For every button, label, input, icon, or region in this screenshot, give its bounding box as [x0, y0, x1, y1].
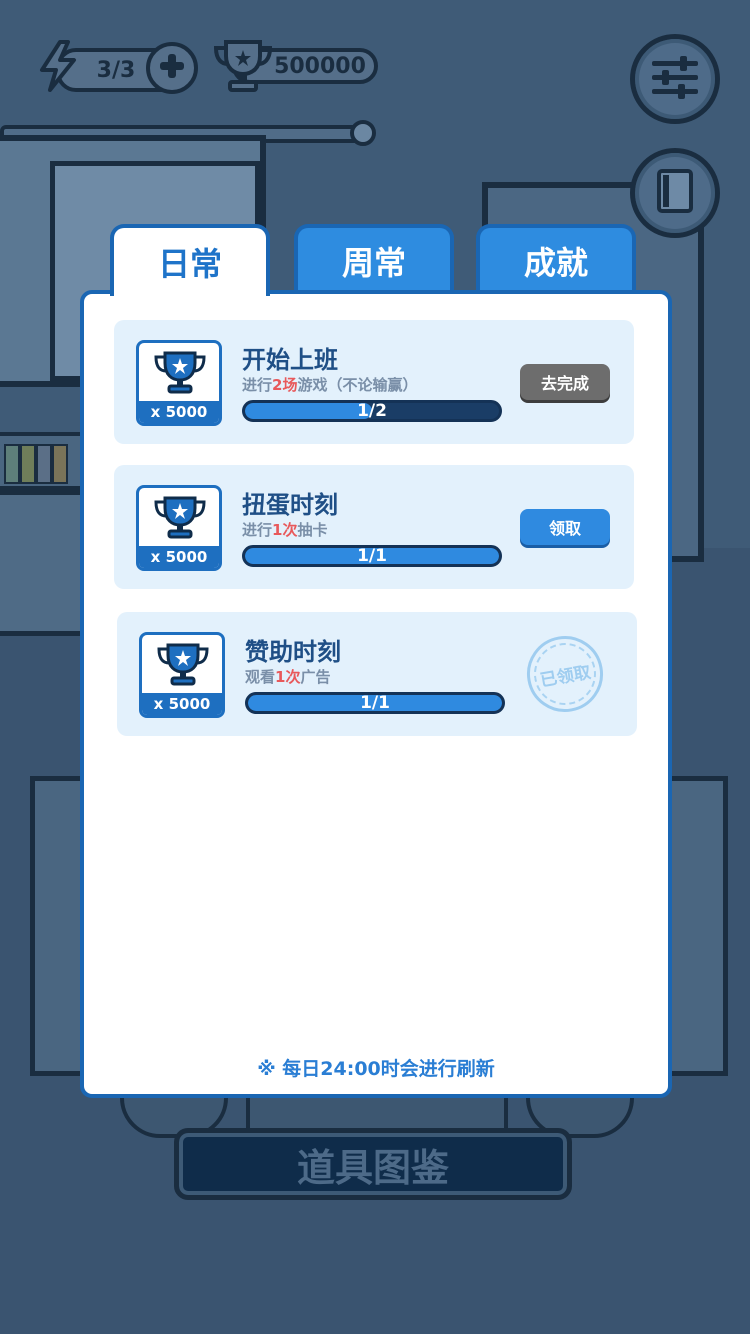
progress-text: 1/1 — [360, 693, 390, 713]
progress-bar: 1/1 — [245, 692, 505, 714]
task-card: x 5000 赞助时刻 观看1次广告 1/1 已领取 — [117, 612, 637, 736]
reward-amount: x 5000 — [142, 693, 222, 715]
claimed-stamp-label: 已领取 — [529, 638, 601, 710]
desc-suffix: 游戏（不论输赢） — [297, 376, 418, 394]
sliders-icon — [650, 55, 700, 103]
plus-icon — [157, 51, 187, 85]
add-energy-button[interactable] — [146, 42, 198, 94]
desc-prefix: 进行 — [242, 521, 273, 539]
collection-book-button[interactable] — [630, 148, 720, 238]
desc-suffix: 抽卡 — [297, 521, 328, 539]
task-description: 观看1次广告 — [245, 666, 330, 687]
item-catalog-button[interactable]: 道具图鉴 — [174, 1128, 572, 1200]
go-complete-button[interactable]: 去完成 — [520, 364, 610, 400]
reward-badge: x 5000 — [139, 632, 225, 718]
task-title: 扭蛋时刻 — [242, 491, 338, 519]
progress-bar: 1/1 — [242, 545, 502, 567]
trophy-cup-icon — [153, 349, 207, 399]
desc-prefix: 进行 — [242, 376, 273, 394]
task-description: 进行2场游戏（不论输赢） — [242, 374, 417, 395]
task-title: 开始上班 — [242, 346, 338, 374]
refresh-note: ※ 每日24:00时会进行刷新 — [257, 1058, 495, 1080]
book — [52, 444, 68, 484]
settings-button[interactable] — [630, 34, 720, 124]
progress-bar: 1/2 — [242, 400, 502, 422]
claim-button[interactable]: 领取 — [520, 509, 610, 545]
task-card: x 5000 开始上班 进行2场游戏（不论输赢） 1/2 去完成 — [114, 320, 634, 444]
tab-weekly-label: 周常 — [341, 244, 406, 282]
trophy-cup-icon — [156, 641, 210, 691]
desc-highlight: 1次 — [272, 521, 298, 539]
trophy-cup-icon — [153, 494, 207, 544]
trophy-icon — [212, 38, 274, 98]
desc-highlight: 2场 — [272, 376, 298, 394]
desc-highlight: 1次 — [275, 668, 301, 686]
tab-achievement-label: 成就 — [523, 244, 588, 282]
tab-weekly[interactable]: 周常 — [294, 224, 454, 294]
cabinet — [0, 490, 91, 636]
claimed-stamp: 已领取 — [520, 629, 610, 719]
curtain-rod-knob — [350, 120, 376, 146]
reward-badge: x 5000 — [136, 485, 222, 571]
book — [20, 444, 36, 484]
lightning-icon — [36, 40, 80, 96]
tab-daily-label: 日常 — [157, 245, 222, 283]
energy-text: 3/3 — [96, 57, 136, 83]
task-description: 进行1次抽卡 — [242, 519, 327, 540]
item-catalog-label: 道具图鉴 — [296, 1145, 449, 1190]
progress-text: 1/1 — [357, 546, 387, 566]
book-icon — [655, 169, 695, 217]
tab-achievement[interactable]: 成就 — [476, 224, 636, 294]
task-card: x 5000 扭蛋时刻 进行1次抽卡 1/1 领取 — [114, 465, 634, 589]
task-panel: x 5000 开始上班 进行2场游戏（不论输赢） 1/2 去完成 x 5000 — [80, 290, 672, 1098]
reward-badge: x 5000 — [136, 340, 222, 426]
trophy-text: 500000 — [274, 53, 366, 79]
reward-amount: x 5000 — [139, 401, 219, 423]
desc-suffix: 广告 — [300, 668, 331, 686]
book — [36, 444, 52, 484]
tab-daily[interactable]: 日常 — [110, 224, 270, 296]
book — [4, 444, 20, 484]
reward-amount: x 5000 — [139, 546, 219, 568]
task-title: 赞助时刻 — [245, 638, 341, 666]
desc-prefix: 观看 — [245, 668, 276, 686]
progress-text: 1/2 — [357, 401, 387, 421]
